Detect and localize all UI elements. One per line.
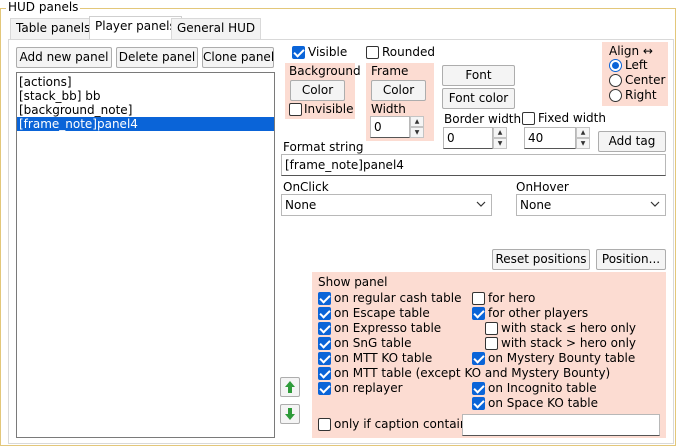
on-incognito-checkbox[interactable] (472, 382, 485, 395)
align-title: Align ↔ (609, 44, 653, 58)
for-other-players-checkbox[interactable] (472, 307, 485, 320)
tab-player-panels[interactable]: Player panels (89, 16, 182, 40)
border-width-input[interactable]: 0 (443, 127, 493, 149)
invisible-checkbox[interactable] (289, 103, 302, 116)
fixed-width-spinner[interactable]: ▲ ▼ (576, 127, 590, 149)
onhover-value: None (520, 198, 552, 212)
align-left-radio[interactable] (609, 59, 622, 72)
list-item[interactable]: [actions] (17, 75, 274, 89)
frame-title: Frame (371, 64, 409, 78)
onclick-select[interactable]: None (281, 194, 492, 216)
visible-checkbox[interactable] (292, 46, 305, 59)
on-regular-cash-checkbox[interactable] (318, 292, 331, 305)
border-width-spinner[interactable]: ▲ ▼ (493, 127, 507, 149)
on-expresso-label: on Expresso table (334, 321, 442, 335)
background-color-button[interactable]: Color (290, 80, 345, 101)
reset-positions-button[interactable]: Reset positions (492, 249, 590, 270)
delete-panel-button[interactable]: Delete panel (116, 47, 198, 68)
on-mystery-bounty-checkbox[interactable] (472, 352, 485, 365)
chevron-down-icon (476, 201, 486, 207)
on-space-ko-checkbox[interactable] (472, 397, 485, 410)
fixed-width-checkbox[interactable] (522, 112, 535, 125)
spin-up-icon[interactable]: ▲ (410, 116, 424, 127)
move-up-button[interactable] (280, 377, 300, 397)
font-color-button[interactable]: Font color (442, 88, 515, 109)
on-sng-label: on SnG table (334, 336, 412, 350)
on-regular-cash-label: on regular cash table (334, 291, 462, 305)
background-title: Background (289, 64, 361, 78)
onhover-label: OnHover (516, 180, 569, 194)
onhover-select[interactable]: None (516, 194, 666, 216)
list-item-selected[interactable]: [frame_note]panel4 (17, 117, 274, 131)
caption-filter-checkbox[interactable] (318, 418, 331, 431)
caption-filter-input[interactable] (462, 414, 660, 436)
stack-le-hero-checkbox[interactable] (485, 322, 498, 335)
chevron-down-icon (650, 201, 660, 207)
spin-up-icon[interactable]: ▲ (576, 127, 590, 138)
align-center-radio[interactable] (609, 74, 622, 87)
on-replayer-label: on replayer (334, 381, 403, 395)
tab-table-panels[interactable]: Table panels (10, 18, 97, 39)
caption-filter-label: only if caption contains (334, 417, 474, 431)
for-hero-label: for hero (488, 291, 536, 305)
frame-width-spinner[interactable]: ▲ ▼ (410, 116, 424, 138)
border-width-label: Border width (444, 112, 522, 126)
align-right-radio[interactable] (609, 89, 622, 102)
add-tag-button[interactable]: Add tag (598, 131, 666, 152)
rounded-checkbox[interactable] (366, 46, 379, 59)
group-title: HUD panels (6, 0, 81, 14)
stack-le-hero-label: with stack ≤ hero only (501, 321, 637, 335)
onclick-label: OnClick (283, 180, 329, 194)
frame-color-button[interactable]: Color (371, 80, 426, 101)
for-hero-checkbox[interactable] (472, 292, 485, 305)
fixed-width-input[interactable]: 40 (524, 127, 576, 149)
on-sng-checkbox[interactable] (318, 337, 331, 350)
on-mtt-label: on MTT table (except KO and Mystery Boun… (334, 366, 611, 380)
on-mystery-bounty-label: on Mystery Bounty table (488, 351, 636, 365)
spin-down-icon[interactable]: ▼ (410, 127, 424, 138)
panel-list[interactable]: [actions] [stack_bb] bb [background_note… (16, 72, 275, 438)
position-button[interactable]: Position... (596, 249, 666, 270)
list-item[interactable]: [background_note] (17, 103, 274, 117)
spin-down-icon[interactable]: ▼ (493, 138, 507, 149)
on-mtt-ko-checkbox[interactable] (318, 352, 331, 365)
list-item[interactable]: [stack_bb] bb (17, 89, 274, 103)
for-other-players-label: for other players (488, 306, 589, 320)
arrow-down-icon (285, 408, 295, 420)
frame-width-input[interactable]: 0 (370, 116, 410, 138)
rounded-label: Rounded (382, 45, 435, 59)
format-string-input[interactable]: [frame_note]panel4 (281, 154, 666, 176)
onclick-value: None (285, 198, 317, 212)
frame-width-label: Width (371, 102, 406, 116)
font-button[interactable]: Font (442, 65, 515, 86)
arrow-up-icon (285, 381, 295, 393)
visible-label: Visible (308, 45, 348, 59)
invisible-label: Invisible (304, 102, 354, 116)
spin-down-icon[interactable]: ▼ (576, 138, 590, 149)
add-new-panel-button[interactable]: Add new panel (16, 47, 112, 68)
on-escape-checkbox[interactable] (318, 307, 331, 320)
clone-panel-button[interactable]: Clone panel (202, 47, 274, 68)
on-expresso-checkbox[interactable] (318, 322, 331, 335)
align-right-label: Right (625, 88, 657, 102)
on-replayer-checkbox[interactable] (318, 382, 331, 395)
align-center-label: Center (625, 73, 666, 87)
on-space-ko-label: on Space KO table (488, 396, 599, 410)
stack-gt-hero-checkbox[interactable] (485, 337, 498, 350)
on-incognito-label: on Incognito table (488, 381, 597, 395)
move-down-button[interactable] (280, 404, 300, 424)
on-escape-label: on Escape table (334, 306, 430, 320)
format-string-label: Format string (283, 140, 364, 154)
spin-up-icon[interactable]: ▲ (493, 127, 507, 138)
align-left-label: Left (625, 58, 648, 72)
stack-gt-hero-label: with stack > hero only (501, 336, 637, 350)
on-mtt-checkbox[interactable] (318, 367, 331, 380)
show-panel-title: Show panel (318, 275, 388, 289)
on-mtt-ko-label: on MTT KO table (334, 351, 433, 365)
tab-general-hud[interactable]: General HUD (171, 18, 262, 39)
fixed-width-label: Fixed width (538, 111, 606, 125)
